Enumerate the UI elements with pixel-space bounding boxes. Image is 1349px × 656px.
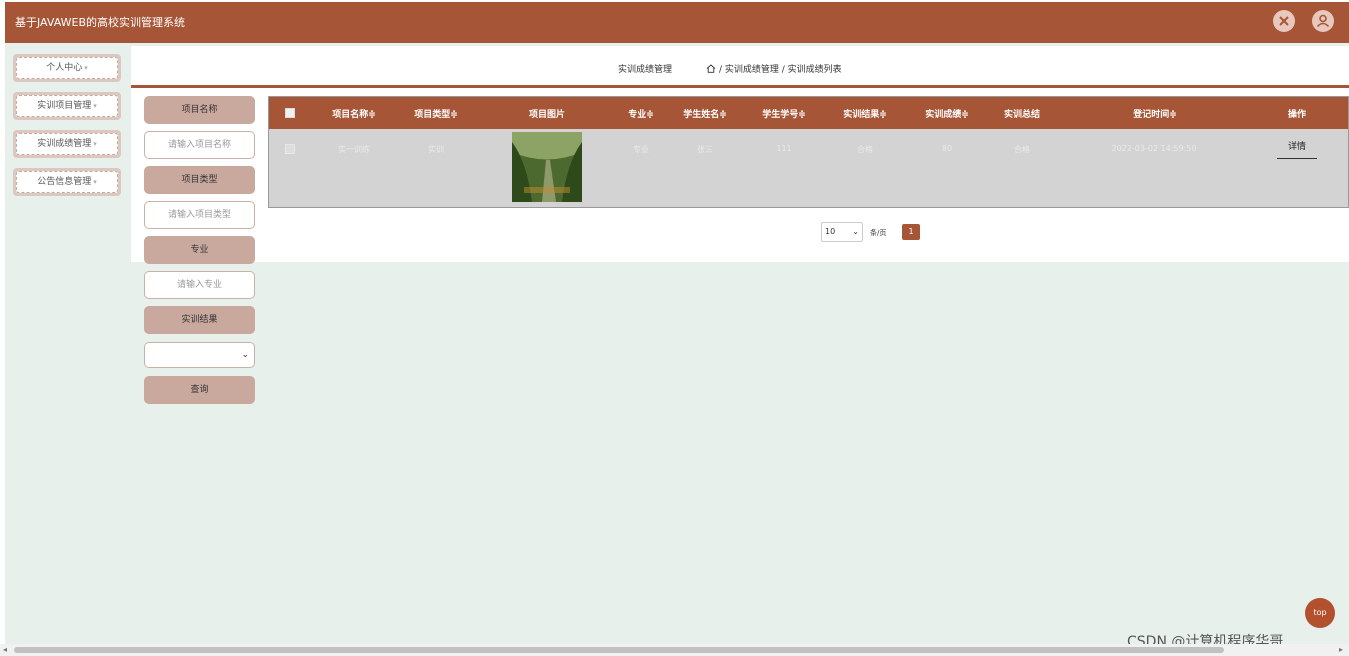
- chevron-down-icon: ⌄: [241, 350, 249, 360]
- row-checkbox[interactable]: [285, 144, 295, 154]
- result-select[interactable]: ⌄: [144, 342, 255, 368]
- col-student-name[interactable]: 学生姓名≑: [677, 107, 733, 120]
- page-size-select[interactable]: 10 ⌄: [821, 222, 863, 242]
- scrollbar-thumb[interactable]: [14, 647, 1224, 653]
- col-student-id[interactable]: 学生学号≑: [756, 107, 812, 120]
- close-icon[interactable]: [1273, 10, 1295, 32]
- cell-project-name: 实一训练: [338, 145, 370, 154]
- cell-student-id: 111: [776, 144, 792, 153]
- scroll-left-icon[interactable]: ◂: [3, 644, 7, 656]
- sidebar-item-personal-center[interactable]: 个人中心 ▾: [13, 54, 121, 82]
- top-header: 基于JAVAWEB的高校实训管理系统: [5, 2, 1349, 43]
- page-button-1[interactable]: 1: [902, 224, 920, 240]
- col-project-name[interactable]: 项目名称≑: [329, 107, 379, 120]
- caret-down-icon: ▾: [93, 140, 97, 148]
- major-label: 专业: [144, 236, 255, 264]
- breadcrumb: 实训成绩管理 / 实训成绩管理 / 实训成绩列表: [131, 46, 1349, 88]
- col-time[interactable]: 登记时间≑: [1120, 107, 1190, 120]
- project-type-label: 项目类型: [144, 166, 255, 194]
- col-project-image: 项目图片: [528, 110, 565, 120]
- col-result[interactable]: 实训结果≑: [837, 107, 893, 120]
- project-image: [512, 132, 582, 202]
- sidebar-item-score-management[interactable]: 实训成绩管理 ▾: [13, 130, 121, 158]
- select-all-checkbox[interactable]: [285, 108, 295, 118]
- sidebar-item-label: 个人中心: [46, 63, 83, 73]
- project-type-input[interactable]: 请输入项目类型: [144, 201, 255, 229]
- col-score[interactable]: 实训成绩≑: [919, 107, 975, 120]
- user-icon[interactable]: [1312, 10, 1334, 32]
- sidebar-item-label: 公告信息管理: [37, 177, 92, 187]
- project-name-input[interactable]: 请输入项目名称: [144, 131, 255, 159]
- sidebar-item-label: 实训项目管理: [37, 101, 92, 111]
- result-label: 实训结果: [144, 306, 255, 334]
- major-input[interactable]: 请输入专业: [144, 271, 255, 299]
- cell-result: 合格: [857, 145, 873, 154]
- sidebar: 个人中心 ▾ 实训项目管理 ▾ 实训成绩管理 ▾ 公告信息管理 ▾: [5, 46, 130, 202]
- caret-down-icon: ▾: [93, 102, 97, 110]
- breadcrumb-section: 实训成绩管理: [618, 65, 673, 75]
- horizontal-scrollbar[interactable]: ◂ ▸: [0, 644, 1349, 656]
- scroll-right-icon[interactable]: ▸: [1339, 644, 1343, 656]
- query-button[interactable]: 查询: [144, 376, 255, 404]
- caret-down-icon: ▾: [84, 64, 88, 72]
- chevron-down-icon: ⌄: [852, 227, 859, 236]
- cell-student-name: 张三: [697, 145, 713, 154]
- project-name-label: 项目名称: [144, 96, 255, 124]
- main-content: 实训成绩管理 / 实训成绩管理 / 实训成绩列表 项目名称 请输入项目名称 项目…: [131, 46, 1349, 404]
- cell-summary: 合格: [1014, 145, 1030, 154]
- app-frame: 基于JAVAWEB的高校实训管理系统 个人中心 ▾ 实训项目管理 ▾ 实训成绩管理 ▾…: [5, 2, 1349, 644]
- watermark: CSDN @计算机程序华哥: [1127, 634, 1284, 644]
- detail-link-label: 详情: [1287, 142, 1306, 152]
- cell-score: 80: [941, 144, 953, 153]
- page-size-suffix: 条/页: [870, 229, 887, 237]
- table-header: 项目名称≑ 项目类型≑ 项目图片 专业≑ 学生姓名≑ 学生学号≑ 实训结果≑ 实…: [269, 97, 1348, 129]
- caret-down-icon: ▾: [93, 178, 97, 186]
- col-major[interactable]: 专业≑: [618, 107, 664, 120]
- col-action: 操作: [1287, 110, 1306, 120]
- breadcrumb-path: / 实训成绩管理 / 实训成绩列表: [719, 65, 842, 75]
- breadcrumb-path-wrap: / 实训成绩管理 / 实训成绩列表: [706, 62, 842, 75]
- page-size-value: 10: [825, 227, 836, 236]
- cell-time: 2022-03-02 14:59:50: [1111, 144, 1197, 153]
- detail-link[interactable]: 详情: [1277, 139, 1317, 159]
- sidebar-item-notice-management[interactable]: 公告信息管理 ▾: [13, 168, 121, 196]
- sidebar-item-label: 实训成绩管理: [37, 139, 92, 149]
- cell-major: 专业: [633, 145, 649, 154]
- col-summary: 实训总结: [1003, 110, 1040, 120]
- cell-project-type: 实训: [428, 145, 444, 154]
- col-project-type[interactable]: 项目类型≑: [411, 107, 461, 120]
- app-title: 基于JAVAWEB的高校实训管理系统: [15, 16, 185, 29]
- score-table: 项目名称≑ 项目类型≑ 项目图片 专业≑ 学生姓名≑ 学生学号≑ 实训结果≑ 实…: [268, 96, 1349, 208]
- home-icon[interactable]: [706, 64, 716, 73]
- sidebar-item-project-management[interactable]: 实训项目管理 ▾: [13, 92, 121, 120]
- back-to-top-button[interactable]: top: [1305, 598, 1335, 628]
